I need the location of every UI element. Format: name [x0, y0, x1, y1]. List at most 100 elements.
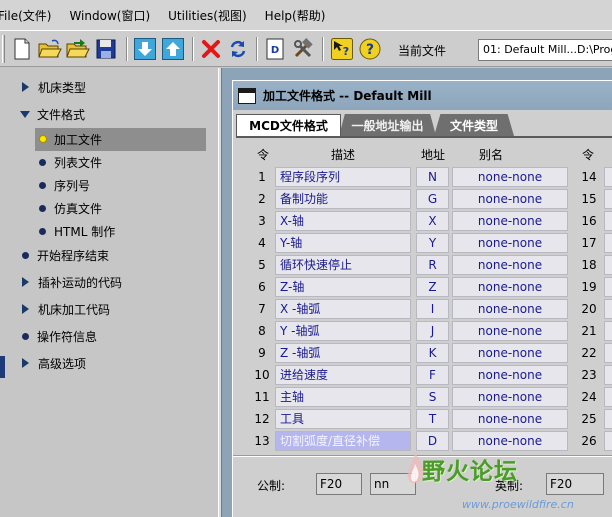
document-button[interactable]: D: [263, 36, 287, 62]
alias-cell[interactable]: none-none: [452, 299, 568, 319]
description-cell-2[interactable]: [604, 255, 612, 275]
description-cell-2[interactable]: [604, 211, 612, 231]
description-cell[interactable]: 主轴: [275, 387, 411, 407]
help-button[interactable]: ?: [358, 36, 382, 62]
new-file-button[interactable]: [10, 36, 34, 62]
tree-item-operator-messages[interactable]: 操作符信息: [22, 326, 97, 346]
alias-cell[interactable]: none-none: [452, 343, 568, 363]
save-button[interactable]: [94, 36, 118, 62]
window-title-bar[interactable]: 加工文件格式 -- Default Mill: [233, 81, 612, 110]
row-number: 2: [258, 192, 266, 206]
tree-item-machine-codes[interactable]: 机床加工代码: [22, 299, 110, 319]
alias-cell[interactable]: none-none: [452, 277, 568, 297]
move-down-button[interactable]: [133, 36, 157, 62]
tree-item-program-start-end[interactable]: 开始程序结束: [22, 245, 109, 265]
arrow-up-icon: [162, 38, 184, 60]
expand-arrow-icon[interactable]: [22, 304, 29, 314]
tree-item-label: 仿真文件: [54, 201, 103, 216]
description-cell-2[interactable]: [604, 321, 612, 341]
tab-file-type[interactable]: 文件类型: [434, 114, 514, 136]
description-cell[interactable]: 备制功能: [275, 189, 411, 209]
folder-arrow-icon: [66, 39, 90, 58]
table-row: 1 程序段序列 N none-none 14: [233, 166, 612, 188]
address-cell[interactable]: F: [416, 365, 449, 385]
tree-item-simulation-file[interactable]: 仿真文件: [39, 198, 102, 218]
tree-item-file-format[interactable]: 文件格式: [20, 104, 85, 124]
description-cell-2[interactable]: [604, 189, 612, 209]
menu-utilities[interactable]: Utilities(视图): [168, 7, 247, 24]
forum-watermark: 野火论坛 www.proewildfire.cn: [400, 448, 612, 517]
address-cell[interactable]: Z: [416, 277, 449, 297]
address-cell[interactable]: T: [416, 409, 449, 429]
expand-arrow-icon[interactable]: [22, 277, 29, 287]
tree-item-html[interactable]: HTML 制作: [39, 221, 115, 241]
alias-cell[interactable]: none-none: [452, 321, 568, 341]
alias-cell[interactable]: none-none: [452, 167, 568, 187]
description-cell[interactable]: Z-轴: [275, 277, 411, 297]
tree-item-nc-file[interactable]: 加工文件: [39, 129, 102, 149]
description-cell-2[interactable]: [604, 409, 612, 429]
address-cell[interactable]: N: [416, 167, 449, 187]
tab-mcd-format[interactable]: MCD文件格式: [236, 114, 341, 136]
tree-item-label: HTML 制作: [54, 224, 116, 239]
tree-item-advanced-options[interactable]: 高级选项: [22, 353, 86, 373]
description-cell[interactable]: X -轴弧: [275, 299, 411, 319]
toolbar-grip[interactable]: [2, 35, 5, 63]
row-number: 6: [258, 280, 266, 294]
description-cell-selected[interactable]: 切割弧度/直径补偿: [275, 431, 411, 451]
address-cell[interactable]: J: [416, 321, 449, 341]
description-cell[interactable]: Y-轴: [275, 233, 411, 253]
alias-cell[interactable]: none-none: [452, 409, 568, 429]
description-cell-2[interactable]: [604, 277, 612, 297]
description-cell-2[interactable]: [604, 343, 612, 363]
alias-cell[interactable]: none-none: [452, 211, 568, 231]
menu-help[interactable]: Help(帮助): [265, 7, 326, 24]
tree-item-machine-type[interactable]: 机床类型: [22, 77, 86, 97]
expand-arrow-icon[interactable]: [22, 358, 29, 368]
address-cell[interactable]: G: [416, 189, 449, 209]
alias-cell[interactable]: none-none: [452, 387, 568, 407]
menu-file[interactable]: File(文件): [0, 7, 51, 24]
refresh-button[interactable]: [226, 36, 250, 62]
description-cell-2[interactable]: [604, 387, 612, 407]
description-cell[interactable]: 程序段序列: [275, 167, 411, 187]
description-cell[interactable]: 循环快速停止: [275, 255, 411, 275]
address-cell[interactable]: X: [416, 211, 449, 231]
description-cell-2[interactable]: [604, 365, 612, 385]
open-file-button[interactable]: [38, 36, 62, 62]
tools-button[interactable]: [291, 36, 315, 62]
current-file-select[interactable]: 01: Default Mill...D:\Prog: [478, 39, 612, 61]
panel-collapse-handle[interactable]: [0, 356, 5, 378]
description-cell-2[interactable]: [604, 167, 612, 187]
alias-cell[interactable]: none-none: [452, 255, 568, 275]
tree-item-list-file[interactable]: 列表文件: [39, 152, 102, 172]
description-cell[interactable]: Y -轴弧: [275, 321, 411, 341]
description-cell[interactable]: 工具: [275, 409, 411, 429]
address-cell[interactable]: Y: [416, 233, 449, 253]
collapse-arrow-icon[interactable]: [20, 110, 30, 118]
metric-format-field[interactable]: F20: [316, 473, 362, 495]
address-cell[interactable]: I: [416, 299, 449, 319]
delete-button[interactable]: [199, 36, 223, 62]
address-cell[interactable]: S: [416, 387, 449, 407]
description-cell-2[interactable]: [604, 299, 612, 319]
description-cell-2[interactable]: [604, 233, 612, 253]
expand-arrow-icon[interactable]: [22, 82, 29, 92]
tab-general-address-output[interactable]: 一般地址输出: [339, 114, 436, 136]
description-cell[interactable]: 进给速度: [275, 365, 411, 385]
alias-cell[interactable]: none-none: [452, 189, 568, 209]
menu-window[interactable]: Window(窗口): [69, 7, 150, 24]
tree-item-interpolation-codes[interactable]: 插补运动的代码: [22, 272, 122, 292]
alias-cell[interactable]: none-none: [452, 233, 568, 253]
address-cell[interactable]: R: [416, 255, 449, 275]
tree-item-label: 机床加工代码: [38, 302, 111, 317]
move-up-button[interactable]: [161, 36, 185, 62]
row-number-2: 16: [581, 214, 597, 228]
description-cell[interactable]: X-轴: [275, 211, 411, 231]
tree-item-sequence-number[interactable]: 序列号: [39, 175, 90, 195]
description-cell[interactable]: Z -轴弧: [275, 343, 411, 363]
address-cell[interactable]: K: [416, 343, 449, 363]
open-recent-button[interactable]: [66, 36, 90, 62]
context-help-button[interactable]: ?: [330, 36, 354, 62]
alias-cell[interactable]: none-none: [452, 365, 568, 385]
